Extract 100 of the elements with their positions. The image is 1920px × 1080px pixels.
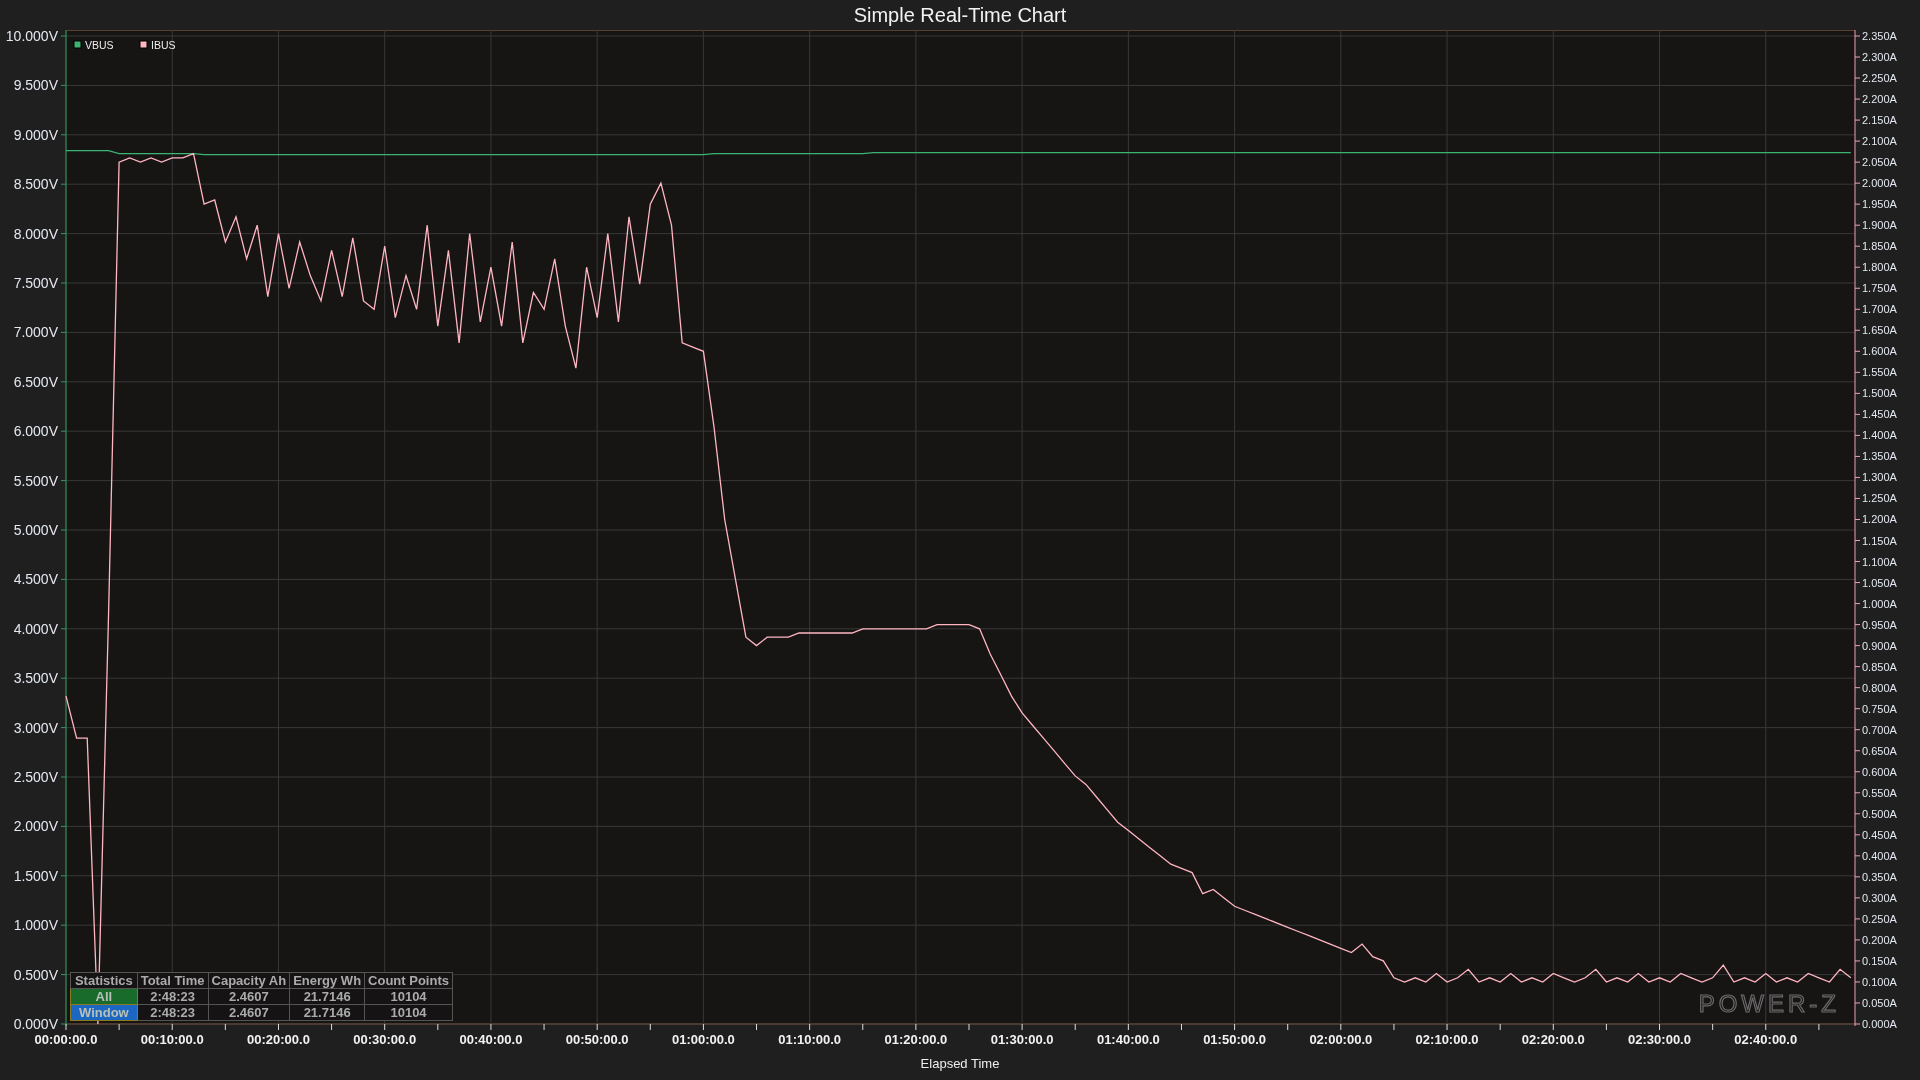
axis-label: 0.900A (1862, 639, 1897, 652)
axis-label: 0.000A (1862, 1018, 1897, 1030)
axis-label: 3.500V (13, 670, 58, 687)
column-header: Count Points (364, 972, 453, 989)
axis-label: 0.800A (1862, 681, 1897, 694)
axis-label: 2.000V (13, 818, 58, 835)
legend-label: IBUS (151, 39, 176, 51)
axis-label: 01:20:00.0 (884, 1032, 948, 1047)
axis-label: 01:50:00.0 (1203, 1032, 1267, 1047)
axis-label: 1.350A (1862, 450, 1897, 463)
axis-label: 0.450A (1862, 828, 1897, 841)
axis-label: 1.550A (1862, 366, 1897, 379)
axis-label: 1.400A (1862, 429, 1897, 442)
axis-title: Elapsed Time (920, 1056, 1000, 1071)
axis-label: 1.300A (1862, 471, 1897, 484)
axis-label: 01:10:00.0 (778, 1032, 842, 1047)
axis-label: 02:20:00.0 (1521, 1032, 1585, 1047)
table-cell: 2.4607 (208, 988, 290, 1005)
axis-label: 00:10:00.0 (140, 1032, 204, 1047)
axis-label: 1.500V (13, 867, 58, 884)
axis-label: 2.050A (1862, 156, 1897, 169)
axis-label: 00:00:00.0 (34, 1032, 98, 1047)
axis-label: 00:40:00.0 (459, 1032, 523, 1047)
table-cell: 2.4607 (208, 1004, 290, 1021)
axis-label: 1.650A (1862, 324, 1897, 337)
axis-label: 0.650A (1862, 744, 1897, 757)
axis-label: 9.500V (13, 77, 58, 94)
axis-label: 4.000V (13, 620, 58, 637)
axis-label: 0.150A (1862, 954, 1897, 967)
axis-label: 8.500V (13, 176, 58, 193)
axis-label: 01:40:00.0 (1096, 1032, 1160, 1047)
logo: POWER-Z (1698, 990, 1840, 1017)
axis-label: 0.950A (1862, 618, 1897, 631)
axis-label: 02:00:00.0 (1309, 1032, 1373, 1047)
column-header: Total Time (137, 972, 208, 989)
axis-label: 0.750A (1862, 702, 1897, 715)
axis-label: 5.500V (13, 472, 58, 489)
axis-label: 1.150A (1862, 534, 1897, 547)
axis-label: 2.300A (1862, 51, 1897, 63)
axis-label: 1.800A (1862, 261, 1897, 274)
axis-label: 0.600A (1862, 765, 1897, 778)
axis-label: 0.050A (1862, 997, 1897, 1009)
table-cell: 10104 (364, 1004, 453, 1021)
axis-label: 1.100A (1862, 555, 1897, 568)
axis-label: 1.850A (1862, 240, 1897, 253)
table-cell: 21.7146 (289, 1004, 365, 1021)
axis-label: 1.600A (1862, 345, 1897, 358)
axis-label: 7.500V (13, 275, 58, 291)
axis-label: 02:30:00.0 (1628, 1032, 1691, 1047)
axis-label: 2.200A (1862, 93, 1897, 106)
axis-label: 0.100A (1862, 975, 1897, 988)
axis-label: 0.250A (1862, 912, 1897, 925)
axis-label: 1.250A (1862, 492, 1897, 505)
axis-label: 0.500A (1862, 807, 1897, 820)
axis-label: 2.250A (1862, 72, 1897, 85)
table-cell: 2:48:23 (137, 988, 208, 1005)
axis-label: 7.000V (13, 324, 58, 341)
axis-label: 0.300A (1862, 891, 1897, 904)
axis-label: 1.950A (1862, 198, 1897, 211)
axis-label: 6.000V (13, 423, 58, 440)
axis-label: 0.200A (1862, 933, 1897, 946)
axis-label: 4.500V (13, 571, 58, 588)
axis-label: 1.750A (1862, 282, 1897, 295)
axis-label: 9.000V (13, 126, 58, 143)
axis-label: 2.000A (1862, 177, 1897, 190)
axis-label: 01:00:00.0 (671, 1032, 735, 1047)
axis-label: 02:40:00.0 (1734, 1032, 1798, 1047)
axis-label: 00:30:00.0 (353, 1032, 417, 1047)
axis-label: 1.500A (1862, 387, 1897, 400)
axis-label: 3.000V (13, 719, 58, 736)
chart-title: Simple Real-Time Chart (853, 3, 1067, 28)
axis-label: 1.450A (1862, 408, 1897, 421)
axis-label: 1.700A (1862, 303, 1897, 316)
table-cell: 10104 (364, 988, 453, 1005)
axis-label: 1.200A (1862, 513, 1897, 526)
column-header: Energy Wh (289, 972, 365, 989)
axis-label: 1.000A (1862, 597, 1897, 610)
axis-label: 1.000V (13, 917, 58, 934)
axis-label: 01:30:00.0 (990, 1032, 1054, 1047)
axis-label: 2.100A (1862, 135, 1897, 148)
axis-label: 5.000V (13, 522, 58, 538)
axis-label: 2.500V (13, 769, 58, 785)
axis-label: 0.850A (1862, 660, 1897, 673)
axis-label: 1.050A (1862, 576, 1897, 589)
axis-label: 0.500V (13, 966, 58, 983)
axis-label: 1.900A (1862, 219, 1897, 232)
axis-label: 0.700A (1862, 723, 1897, 736)
axis-label: 0.000V (13, 1016, 58, 1032)
column-header: Statistics (70, 972, 138, 989)
axis-label: 0.400A (1862, 849, 1897, 862)
axis-label: 0.550A (1862, 786, 1897, 799)
legend-label: VBUS (85, 39, 114, 51)
column-header: Capacity Ah (208, 972, 290, 989)
axis-label: 2.350A (1862, 30, 1897, 42)
axis-label: 02:10:00.0 (1415, 1032, 1479, 1047)
axis-label: 00:20:00.0 (247, 1032, 310, 1047)
axis-label: 10.000V (5, 30, 58, 44)
axis-label: 8.000V (13, 225, 58, 242)
table-cell: 2:48:23 (137, 1004, 208, 1021)
axis-label: 0.350A (1862, 870, 1897, 883)
